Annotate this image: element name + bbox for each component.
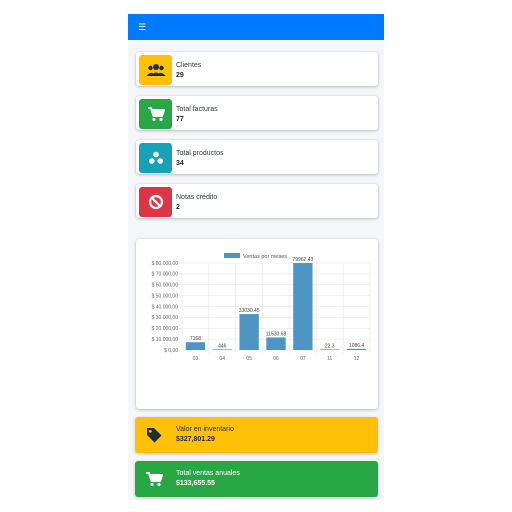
x-tick-label: 06: [273, 356, 279, 362]
legend-swatch: [224, 253, 240, 258]
top-navbar: ☰: [128, 14, 384, 40]
sales-chart-card: Ventas por meses $ 0,00 $ 10.000,00 $ 20.0…: [136, 239, 378, 409]
app-window: ☰ Clientes 29 Total facturas 77 Total pr…: [128, 14, 384, 500]
x-tick-label: 07: [300, 356, 306, 362]
bar-value-label: 11530.68: [266, 331, 287, 337]
info-box-notas-credito[interactable]: Notas crédito 2: [136, 184, 378, 218]
inventory-label: Valor en inventario: [176, 426, 234, 433]
legend-label: Ventas por meses: [243, 254, 287, 260]
annual-sales-box[interactable]: Total ventas anuales $133,655.55: [135, 461, 378, 497]
y-tick-label: $ 50.000,00: [152, 293, 179, 299]
info-box-facturas[interactable]: Total facturas 77: [136, 96, 378, 130]
cubes-icon: [139, 143, 172, 173]
info-box-label: Clientes: [176, 62, 202, 69]
annual-sales-label: Total ventas anuales: [176, 470, 240, 477]
y-tick-label: $ 40.000,00: [152, 304, 179, 310]
menu-icon[interactable]: ☰: [138, 21, 148, 33]
cart-icon: [146, 472, 163, 487]
info-box-value: 77: [176, 116, 184, 123]
chart-bar: [293, 263, 313, 350]
x-tick-label: 04: [220, 356, 226, 362]
y-tick-label: $ 0,00: [164, 348, 178, 354]
bar-value-label: 22.3: [325, 343, 335, 349]
info-box-value: 29: [176, 72, 184, 79]
chart-bar: [185, 342, 206, 350]
x-tick-label: 11: [327, 356, 332, 362]
bar-value-label: 33030.45: [239, 308, 260, 314]
info-box-label: Total facturas: [176, 106, 218, 113]
chart-bar: [239, 314, 259, 350]
x-tick-label: 03: [193, 356, 199, 362]
y-tick-label: $ 10.000,00: [152, 337, 179, 343]
info-box-value: 2: [176, 204, 180, 211]
ban-icon: [139, 187, 172, 217]
y-tick-label: $ 80.000,00: [152, 261, 179, 267]
cart-icon: [139, 99, 172, 129]
chart-bar: [346, 348, 367, 350]
bar-value-label: 7168: [190, 336, 201, 342]
chart-bar: [266, 337, 286, 350]
info-box-label: Total productos: [176, 150, 224, 157]
bar-value-label: 79962.43: [292, 257, 313, 263]
info-box-label: Notas crédito: [176, 194, 218, 201]
y-tick-label: $ 30.000,00: [152, 315, 179, 321]
info-box-clientes[interactable]: Clientes 29: [136, 52, 378, 86]
bar-value-label: 446: [218, 343, 227, 349]
tag-icon: [147, 428, 162, 443]
x-tick-label: 12: [354, 356, 360, 362]
y-tick-label: $ 70.000,00: [152, 272, 179, 278]
info-box-productos[interactable]: Total productos 34: [136, 140, 378, 174]
annual-sales-value: $133,655.55: [176, 480, 215, 487]
y-tick-label: $ 20.000,00: [152, 326, 179, 332]
x-tick-label: 05: [246, 356, 252, 362]
bar-value-label: 1086.4: [349, 343, 365, 349]
y-tick-label: $ 60.000,00: [152, 283, 179, 289]
users-icon: [139, 55, 172, 85]
chart-bar: [212, 349, 232, 350]
info-box-value: 34: [176, 160, 184, 167]
sales-bar-chart: Ventas por meses $ 0,00 $ 10.000,00 $ 20.0…: [152, 253, 371, 362]
inventory-value: $327,801.29: [176, 436, 215, 443]
inventory-value-box[interactable]: Valor en inventario $327,801.29: [135, 417, 378, 453]
chart-bar: [320, 349, 340, 350]
